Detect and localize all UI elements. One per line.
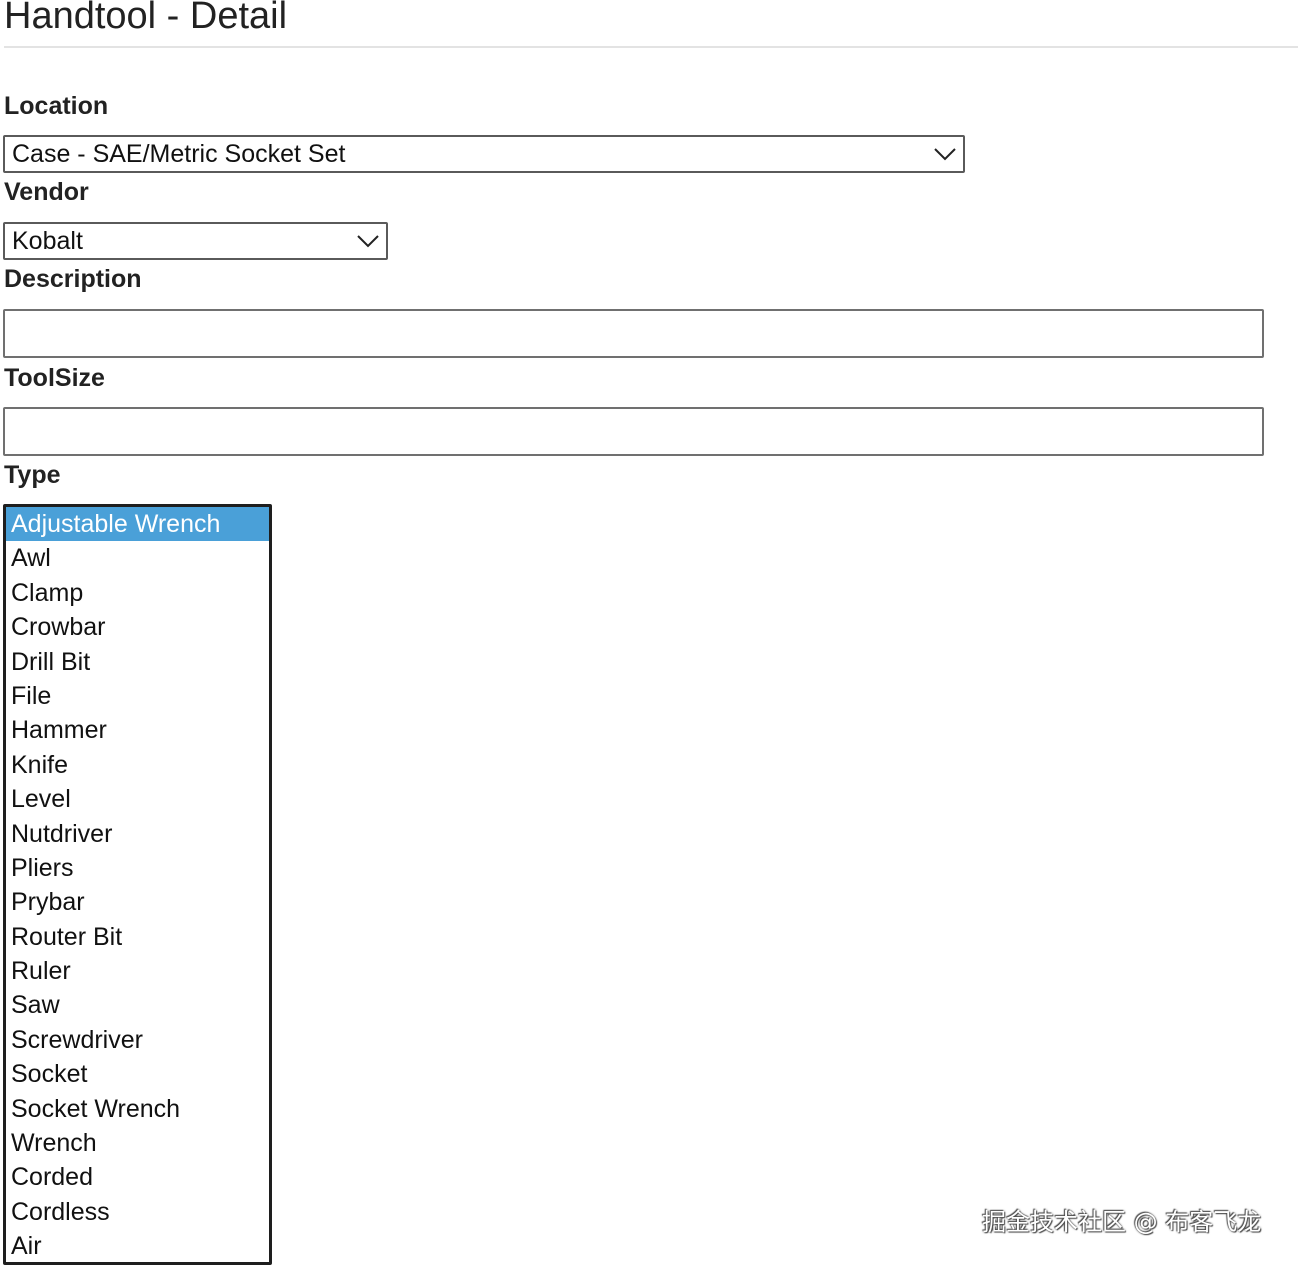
type-option[interactable]: Prybar — [6, 885, 269, 919]
type-option[interactable]: Crowbar — [6, 610, 269, 644]
type-option[interactable]: Wrench — [6, 1126, 269, 1160]
type-option[interactable]: Socket — [6, 1057, 269, 1091]
toolsize-label: ToolSize — [4, 364, 105, 392]
type-option[interactable]: Pliers — [6, 851, 269, 885]
vendor-label: Vendor — [4, 178, 89, 206]
description-label: Description — [4, 265, 142, 293]
type-listbox[interactable]: Adjustable Wrench Awl Clamp Crowbar Drill Bi… — [3, 504, 272, 1265]
type-option[interactable]: Drill Bit — [6, 645, 269, 679]
vendor-selected-value: Kobalt — [12, 227, 83, 255]
description-input[interactable] — [3, 309, 1264, 358]
type-label: Type — [4, 461, 61, 489]
type-option[interactable]: Nutdriver — [6, 817, 269, 851]
location-select[interactable]: Case - SAE/Metric Socket Set — [3, 135, 965, 173]
type-option[interactable]: Ruler — [6, 954, 269, 988]
watermark: 掘金技术社区 @ 布客飞龙 — [982, 1208, 1262, 1236]
type-option[interactable]: Router Bit — [6, 920, 269, 954]
location-label: Location — [4, 92, 109, 120]
type-option[interactable]: Level — [6, 782, 269, 816]
page-title: Handtool - Detail — [4, 0, 288, 37]
type-option[interactable]: Awl — [6, 541, 269, 575]
location-selected-value: Case - SAE/Metric Socket Set — [12, 140, 346, 168]
type-option[interactable]: Adjustable Wrench — [6, 507, 269, 542]
type-option[interactable]: File — [6, 679, 269, 713]
chevron-down-icon — [357, 235, 379, 248]
type-option[interactable]: Hammer — [6, 713, 269, 747]
type-option[interactable]: Socket Wrench — [6, 1092, 269, 1126]
toolsize-input[interactable] — [3, 407, 1264, 456]
title-divider — [4, 46, 1298, 48]
type-option[interactable]: Screwdriver — [6, 1023, 269, 1057]
chevron-down-icon — [934, 148, 956, 161]
vendor-select[interactable]: Kobalt — [3, 222, 388, 260]
type-option[interactable]: Clamp — [6, 576, 269, 610]
type-option[interactable]: Air — [6, 1229, 269, 1262]
type-option[interactable]: Cordless — [6, 1195, 269, 1229]
type-option[interactable]: Corded — [6, 1160, 269, 1194]
type-option[interactable]: Saw — [6, 988, 269, 1022]
type-option[interactable]: Knife — [6, 748, 269, 782]
